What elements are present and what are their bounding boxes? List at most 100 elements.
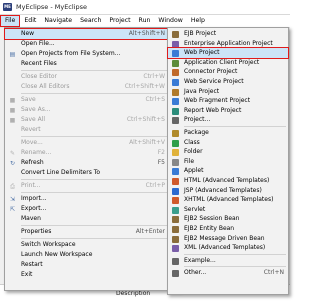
new-menu-item-ejb-project[interactable]: EJB Project	[168, 29, 288, 39]
menu-item-label: Save	[21, 96, 36, 103]
menu-item-label: JSP (Advanced Templates)	[184, 186, 262, 194]
menu-file[interactable]: File	[0, 15, 21, 27]
rename-icon: ✎	[9, 150, 16, 157]
new-menu-item-report-web-project[interactable]: Report Web Project	[168, 106, 288, 116]
session-bean-icon	[172, 216, 179, 224]
class-icon	[172, 139, 179, 147]
new-menu-item-xml-advanced-templates[interactable]: XML (Advanced Templates)	[168, 243, 288, 253]
menu-help[interactable]: Help	[187, 15, 209, 27]
new-menu-item-xhtml-advanced-templates[interactable]: XHTML (Advanced Templates)	[168, 195, 288, 205]
menu-item-label: Package	[184, 129, 209, 136]
connector-icon	[172, 69, 179, 77]
menu-window[interactable]: Window	[154, 15, 186, 27]
menu-item-shortcut: Ctrl+N	[263, 269, 284, 277]
file-menu-item-save-all[interactable]: ■ Save All Ctrl+Shift+S	[5, 115, 179, 125]
new-menu-item-servlet[interactable]: Servlet	[168, 205, 288, 215]
menu-item-label: Other...	[184, 269, 207, 277]
menu-item-label: Convert Line Delimiters To	[21, 169, 101, 176]
menu-item-label: Application Client Project	[184, 58, 260, 66]
save-as-icon: ■	[9, 107, 16, 114]
column-description[interactable]: Description	[116, 290, 150, 297]
file-menu-item-save[interactable]: ■ Save Ctrl+S	[5, 95, 179, 105]
new-menu-item-web-project[interactable]: Web Project	[167, 47, 289, 60]
file-menu-item-convert-line-delimiters-to[interactable]: Convert Line Delimiters To▶	[5, 168, 179, 178]
file-menu-item-refresh[interactable]: ↻ Refresh F5	[5, 158, 179, 168]
file-menu-item-switch-workspace[interactable]: Switch Workspace▶	[5, 240, 179, 250]
menu-project[interactable]: Project	[105, 15, 134, 27]
package-icon	[172, 130, 179, 137]
file-menu-item-open-file[interactable]: Open File...	[5, 39, 179, 49]
file-menu-item-properties[interactable]: Properties Alt+Enter	[5, 227, 179, 237]
file-menu-item-launch-new-workspace[interactable]: Launch New Workspace▶	[5, 250, 179, 260]
file-menu-item-print[interactable]: ⎙ Print... Ctrl+P	[5, 181, 179, 191]
menu-item-label: Applet	[184, 167, 204, 175]
new-menu-item-ejb2-message-driven-bean[interactable]: EJB2 Message Driven Bean	[168, 234, 288, 244]
menu-item-shortcut: Ctrl+Shift+S	[126, 116, 165, 123]
menu-item-label: Move...	[21, 139, 43, 146]
new-menu-item-web-fragment-project[interactable]: Web Fragment Project	[168, 96, 288, 106]
menu-item-label: File	[184, 157, 195, 165]
file-menu-item-restart[interactable]: Restart	[5, 260, 179, 270]
file-menu-item-close-editor[interactable]: Close Editor Ctrl+W	[5, 72, 179, 82]
menu-item-label: XML (Advanced Templates)	[184, 244, 266, 252]
menu-item-label: New	[21, 30, 35, 37]
menu-item-label: Close Editor	[21, 73, 58, 80]
menu-item-label: Class	[184, 138, 200, 146]
menu-search[interactable]: Search	[76, 15, 105, 27]
menu-item-label: HTML (Advanced Templates)	[184, 177, 270, 184]
menu-item-shortcut: Ctrl+S	[145, 96, 165, 103]
menu-separator	[21, 179, 177, 180]
file-menu-item-save-as[interactable]: ■ Save As...	[5, 105, 179, 115]
new-menu-item-web-service-project[interactable]: Web Service Project	[168, 77, 288, 87]
new-menu-item-applet[interactable]: Applet	[168, 166, 288, 176]
new-menu-item-jsp-advanced-templates[interactable]: JSP (Advanced Templates)	[168, 186, 288, 196]
menu-item-label: Web Service Project	[184, 78, 244, 85]
file-menu-item-rename[interactable]: ✎ Rename... F2	[5, 148, 179, 158]
menu-edit[interactable]: Edit	[20, 15, 40, 27]
new-menu-item-application-client-project[interactable]: Application Client Project	[168, 58, 288, 68]
file-menu-item-export[interactable]: ⇱ Export...	[5, 204, 179, 214]
new-menu-item-ejb2-entity-bean[interactable]: EJB2 Entity Bean	[168, 224, 288, 234]
menu-item-label: EJB2 Message Driven Bean	[184, 234, 265, 242]
new-menu-item-project[interactable]: Project...	[168, 115, 288, 125]
file-menu-item-revert[interactable]: Revert	[5, 125, 179, 135]
menu-item-label: Java Project	[184, 87, 220, 95]
new-menu-item-folder[interactable]: Folder	[168, 147, 288, 157]
new-menu-item-class[interactable]: Class	[168, 138, 288, 148]
example-icon	[172, 257, 179, 265]
web-fragment-icon	[172, 98, 179, 106]
file-menu-item-maven[interactable]: Maven▶	[5, 214, 179, 224]
file-menu-item-import[interactable]: ⇲ Import...	[5, 194, 179, 204]
new-menu-item-java-project[interactable]: Java Project	[168, 87, 288, 97]
new-menu-item-connector-project[interactable]: Connector Project	[168, 67, 288, 77]
new-menu-item-other[interactable]: Other... Ctrl+N	[168, 268, 288, 278]
file-menu-item-exit[interactable]: Exit	[5, 270, 179, 280]
new-menu-item-ejb2-session-bean[interactable]: EJB2 Session Bean	[168, 214, 288, 224]
file-menu: NewAlt+Shift+N▶Open File... ▤Open Project…	[4, 27, 180, 291]
menu-item-label: Example...	[184, 256, 216, 264]
menu-item-label: Enterprise Application Project	[184, 39, 273, 47]
other-icon	[172, 270, 179, 278]
new-menu-item-file[interactable]: File	[168, 157, 288, 167]
menu-navigate[interactable]: Navigate	[40, 15, 76, 27]
save-icon: ■	[9, 97, 16, 104]
new-menu-item-enterprise-application-project[interactable]: Enterprise Application Project	[168, 39, 288, 49]
report-icon	[172, 107, 179, 115]
new-menu-item-example[interactable]: Example...	[168, 256, 288, 266]
menu-item-label: Open File...	[21, 40, 55, 47]
menu-item-label: Refresh	[21, 159, 44, 166]
menu-run[interactable]: Run	[135, 15, 155, 27]
menu-item-label: Export...	[21, 205, 47, 212]
menu-item-shortcut: Alt+Enter	[135, 228, 165, 235]
file-menu-item-move[interactable]: Move... Alt+Shift+V	[5, 138, 179, 148]
menu-item-label: Web Project	[184, 49, 220, 57]
new-menu-item-html-advanced-templates[interactable]: HTML (Advanced Templates)	[168, 176, 288, 186]
file-menu-item-recent-files[interactable]: Recent Files▶	[5, 59, 179, 69]
menu-item-shortcut: F5	[157, 159, 165, 166]
file-menu-item-close-all-editors[interactable]: Close All Editors Ctrl+Shift+W	[5, 82, 179, 92]
new-menu-item-package[interactable]: Package	[168, 128, 288, 138]
file-menu-item-new[interactable]: NewAlt+Shift+N▶	[4, 28, 180, 40]
menu-separator	[21, 70, 177, 71]
menu-item-label: Launch New Workspace	[21, 251, 93, 258]
file-menu-item-open-projects-from-file-system[interactable]: ▤ Open Projects from File System...	[5, 49, 179, 59]
